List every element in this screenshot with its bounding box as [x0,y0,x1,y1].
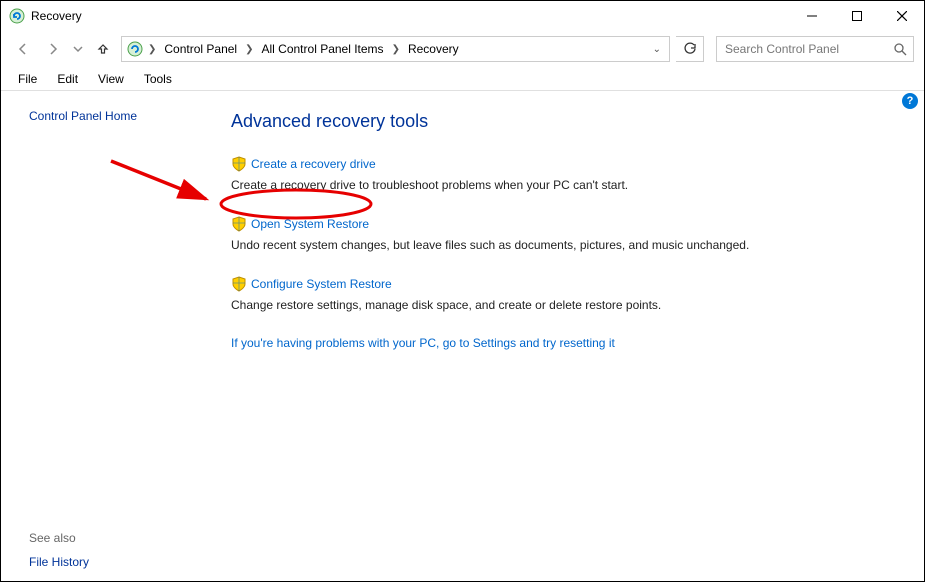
shield-icon [231,216,247,232]
refresh-button[interactable] [676,36,704,62]
maximize-button[interactable] [834,1,879,31]
recovery-path-icon [126,40,144,58]
configure-system-restore-desc: Change restore settings, manage disk spa… [231,296,894,314]
chevron-right-icon[interactable]: ❯ [392,44,400,55]
search-box[interactable] [716,36,914,62]
configure-system-restore-link[interactable]: Configure System Restore [251,277,392,291]
recovery-icon [9,8,25,24]
open-system-restore-desc: Undo recent system changes, but leave fi… [231,236,894,254]
menu-file[interactable]: File [9,70,46,88]
shield-icon [231,156,247,172]
menu-bar: File Edit View Tools [1,67,924,91]
menu-edit[interactable]: Edit [48,70,87,88]
recent-locations-button[interactable] [71,37,85,61]
breadcrumb-control-panel[interactable]: Control Panel [160,42,241,56]
main-area: Control Panel Home See also File History… [1,91,924,581]
search-input[interactable] [723,41,890,57]
chevron-right-icon[interactable]: ❯ [245,44,253,55]
create-recovery-drive-link[interactable]: Create a recovery drive [251,157,376,171]
address-dropdown-icon[interactable]: ⌄ [649,44,665,55]
tool-create-recovery-drive: Create a recovery drive Create a recover… [231,156,894,194]
window-controls [789,1,924,31]
file-history-link[interactable]: File History [29,555,191,569]
back-button[interactable] [11,37,35,61]
titlebar: Recovery [1,1,924,31]
sidebar-spacer [29,123,191,531]
open-system-restore-link[interactable]: Open System Restore [251,217,369,231]
tool-configure-system-restore: Configure System Restore Change restore … [231,276,894,314]
tool-open-system-restore: Open System Restore Undo recent system c… [231,216,894,254]
reset-pc-link[interactable]: If you're having problems with your PC, … [231,336,615,350]
page-heading: Advanced recovery tools [231,111,894,132]
address-row: ❯ Control Panel ❯ All Control Panel Item… [1,31,924,67]
forward-button[interactable] [41,37,65,61]
window-title: Recovery [31,9,82,23]
content-area: Advanced recovery tools Create a recover… [201,91,924,581]
create-recovery-drive-desc: Create a recovery drive to troubleshoot … [231,176,894,194]
breadcrumb-all-items[interactable]: All Control Panel Items [258,42,388,56]
address-bar[interactable]: ❯ Control Panel ❯ All Control Panel Item… [121,36,670,62]
minimize-button[interactable] [789,1,834,31]
sidebar: Control Panel Home See also File History [1,91,201,581]
breadcrumb-recovery[interactable]: Recovery [404,42,463,56]
menu-view[interactable]: View [89,70,133,88]
control-panel-home-link[interactable]: Control Panel Home [29,109,191,123]
menu-tools[interactable]: Tools [135,70,181,88]
chevron-right-icon[interactable]: ❯ [148,44,156,55]
up-button[interactable] [91,37,115,61]
shield-icon [231,276,247,292]
see-also-label: See also [29,531,191,545]
close-button[interactable] [879,1,924,31]
search-icon[interactable] [894,43,907,56]
